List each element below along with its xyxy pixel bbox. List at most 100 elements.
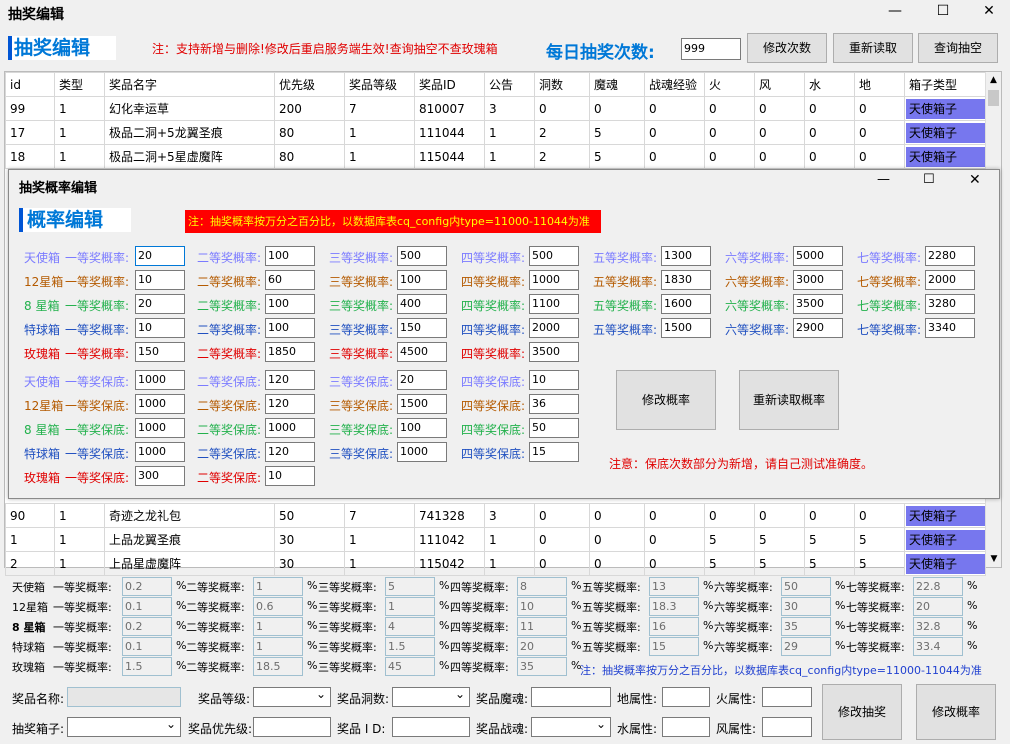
probability-input[interactable]: 2000 — [529, 318, 579, 338]
table-cell[interactable]: 5 — [804, 551, 855, 576]
prize-zhanhun-select[interactable] — [531, 717, 611, 737]
table-cell[interactable]: 0 — [589, 96, 645, 121]
table-cell[interactable]: 0 — [754, 96, 805, 121]
table-cell[interactable]: 17 — [5, 120, 55, 145]
box-type-cell[interactable]: 天使箱子 — [904, 96, 986, 121]
probability-input[interactable]: 100 — [397, 270, 447, 290]
prize-id-input[interactable] — [392, 717, 470, 737]
floor-input[interactable]: 1000 — [397, 442, 447, 462]
table-cell[interactable]: 2 — [5, 551, 55, 576]
table-cell[interactable]: 1 — [54, 527, 105, 552]
scroll-thumb[interactable] — [988, 90, 999, 106]
scroll-up-icon[interactable]: ▲ — [986, 72, 1001, 88]
table-cell[interactable]: 0 — [704, 503, 755, 528]
table-row[interactable]: 2 1 上品星虚魔阵 30 1 115042 1 0 0 0 5 5 5 5 天使箱子 — [5, 551, 986, 576]
table-cell[interactable]: 1 — [484, 144, 535, 169]
probability-input[interactable]: 1600 — [661, 294, 711, 314]
table-cell[interactable]: 5 — [754, 551, 805, 576]
floor-input[interactable]: 120 — [265, 370, 315, 390]
probability-input[interactable]: 2280 — [925, 246, 975, 266]
table-cell[interactable]: 90 — [5, 503, 55, 528]
table-cell[interactable]: 1 — [344, 527, 415, 552]
table-cell[interactable]: 111044 — [414, 120, 485, 145]
box-type-cell[interactable]: 天使箱子 — [904, 527, 986, 552]
table-cell[interactable]: 上品星虚魔阵 — [104, 551, 275, 576]
prize-level-select[interactable] — [253, 687, 331, 707]
table-cell[interactable]: 0 — [854, 120, 905, 145]
probability-input[interactable]: 1850 — [265, 342, 315, 362]
table-cell[interactable]: 0 — [644, 527, 705, 552]
column-header[interactable]: id — [5, 72, 55, 97]
floor-input[interactable]: 1000 — [135, 370, 185, 390]
column-header[interactable]: 公告 — [484, 72, 535, 97]
table-cell[interactable]: 0 — [644, 144, 705, 169]
table-cell[interactable]: 0 — [534, 527, 590, 552]
modify-draw-button[interactable]: 修改抽奖 — [822, 684, 902, 740]
probability-input[interactable]: 10 — [135, 318, 185, 338]
probability-input[interactable]: 150 — [135, 342, 185, 362]
table-cell[interactable]: 0 — [854, 144, 905, 169]
box-type-cell[interactable]: 天使箱子 — [904, 551, 986, 576]
floor-input[interactable]: 1000 — [265, 418, 315, 438]
column-header[interactable]: 洞数 — [534, 72, 590, 97]
table-cell[interactable]: 7 — [344, 503, 415, 528]
table-cell[interactable]: 111042 — [414, 527, 485, 552]
floor-input[interactable]: 36 — [529, 394, 579, 414]
daily-count-input[interactable]: 999 — [681, 38, 741, 60]
table-cell[interactable]: 2 — [534, 120, 590, 145]
column-header[interactable]: 魔魂 — [589, 72, 645, 97]
modify-probability-button[interactable]: 修改概率 — [616, 370, 716, 430]
table-cell[interactable]: 741328 — [414, 503, 485, 528]
column-header[interactable]: 战魂经验 — [644, 72, 705, 97]
table-cell[interactable]: 0 — [804, 144, 855, 169]
probability-input[interactable]: 3500 — [793, 294, 843, 314]
probability-input[interactable]: 3340 — [925, 318, 975, 338]
probability-input[interactable]: 1830 — [661, 270, 711, 290]
column-header[interactable]: 风 — [754, 72, 805, 97]
reload-button[interactable]: 重新读取 — [833, 33, 913, 63]
table-cell[interactable]: 0 — [589, 527, 645, 552]
table-row[interactable]: 1 1 上品龙翼圣痕 30 1 111042 1 0 0 0 5 5 5 5 天使箱子 — [5, 527, 986, 552]
table-cell[interactable]: 0 — [704, 96, 755, 121]
table-row[interactable]: 90 1 奇迹之龙礼包 50 7 741328 3 0 0 0 0 0 0 0 天使箱子 — [5, 503, 986, 528]
table-cell[interactable]: 810007 — [414, 96, 485, 121]
table-cell[interactable]: 115042 — [414, 551, 485, 576]
prize-holes-select[interactable] — [392, 687, 470, 707]
minimize-icon[interactable]: — — [872, 0, 918, 26]
table-cell[interactable]: 1 — [484, 527, 535, 552]
probability-input[interactable]: 4500 — [397, 342, 447, 362]
table-cell[interactable]: 30 — [274, 551, 345, 576]
table-cell[interactable]: 1 — [54, 96, 105, 121]
probability-input[interactable]: 100 — [265, 246, 315, 266]
table-cell[interactable]: 5 — [804, 527, 855, 552]
modify-probability-bottom-button[interactable]: 修改概率 — [916, 684, 996, 740]
table-cell[interactable]: 1 — [54, 144, 105, 169]
probability-input[interactable]: 150 — [397, 318, 447, 338]
table-cell[interactable]: 5 — [589, 144, 645, 169]
floor-input[interactable]: 1000 — [135, 394, 185, 414]
probability-input[interactable]: 1000 — [529, 270, 579, 290]
column-header[interactable]: 水 — [804, 72, 855, 97]
table-cell[interactable]: 0 — [644, 503, 705, 528]
box-type-cell[interactable]: 天使箱子 — [904, 503, 986, 528]
table-cell[interactable]: 0 — [534, 96, 590, 121]
table-cell[interactable]: 幻化幸运草 — [104, 96, 275, 121]
table-cell[interactable]: 0 — [754, 144, 805, 169]
floor-input[interactable]: 300 — [135, 466, 185, 486]
floor-input[interactable]: 50 — [529, 418, 579, 438]
prize-priority-input[interactable] — [253, 717, 331, 737]
probability-input[interactable]: 100 — [265, 294, 315, 314]
probability-input[interactable]: 2900 — [793, 318, 843, 338]
probability-input[interactable]: 100 — [265, 318, 315, 338]
table-cell[interactable]: 5 — [704, 527, 755, 552]
table-cell[interactable]: 50 — [274, 503, 345, 528]
floor-input[interactable]: 1500 — [397, 394, 447, 414]
probability-input[interactable]: 1500 — [661, 318, 711, 338]
table-cell[interactable]: 30 — [274, 527, 345, 552]
box-type-cell[interactable]: 天使箱子 — [904, 120, 986, 145]
probability-input[interactable]: 10 — [135, 270, 185, 290]
table-cell[interactable]: 0 — [754, 120, 805, 145]
table-cell[interactable]: 1 — [344, 144, 415, 169]
probability-input[interactable]: 3280 — [925, 294, 975, 314]
table-cell[interactable]: 1 — [54, 120, 105, 145]
